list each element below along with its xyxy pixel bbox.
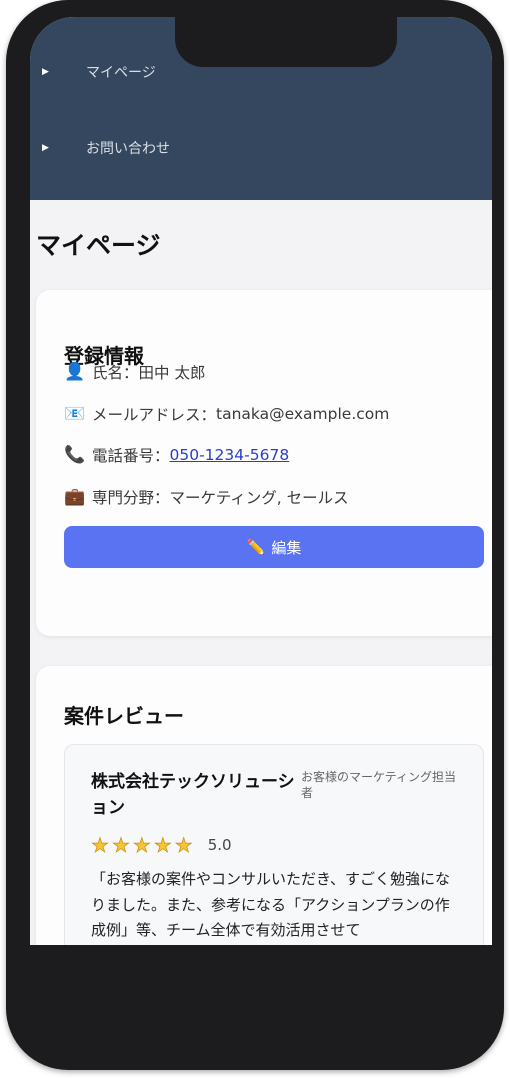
review-text: 「お客様の案件やコンサルいただき、すごく勉強になりました。また、参考になる「アク… [91, 870, 450, 939]
review-company: 株式会社テックソリューション [91, 772, 295, 818]
nav-item-contact[interactable]: ▶ お問い合わせ [42, 138, 170, 158]
rating-score: 5.0 [207, 836, 232, 854]
mail-icon: 📧 [64, 404, 86, 424]
pencil-icon: ✏️ [246, 538, 266, 556]
name-value: 田中 太郎 [138, 364, 206, 382]
email-label: メールアドレス： [92, 406, 217, 424]
phone-label: 電話番号： [92, 447, 170, 465]
reviews-card-title: 案件レビュー [64, 704, 184, 728]
phone-frame: ▶ マイページ ▶ お問い合わせ マイページ 登録情報 👤 氏名： 田中 太郎 … [6, 0, 504, 1070]
nav-item-mypage[interactable]: ▶ マイページ [42, 62, 156, 82]
triangle-right-icon: ▶ [42, 67, 49, 77]
expertise-value: マーケティング, セールス [169, 489, 349, 507]
expertise-label: 専門分野： [92, 489, 170, 507]
star-icon: ★ [153, 833, 172, 858]
profile-card: 登録情報 👤 氏名： 田中 太郎 📧 メールアドレス： tanaka@examp… [36, 290, 492, 636]
app-screen: ▶ マイページ ▶ お問い合わせ マイページ 登録情報 👤 氏名： 田中 太郎 … [30, 17, 492, 945]
phone-link[interactable]: 050-1234-5678 [170, 446, 290, 464]
reviews-card: 案件レビュー 株式会社テックソリューション お客様のマーケティング担当者 ★ ★… [36, 666, 492, 945]
star-icon: ★ [111, 833, 131, 858]
nav-item-label: お問い合わせ [86, 141, 170, 157]
rating-stars: ★ ★ ★ ★ ★ 5.0 [91, 833, 232, 858]
edit-button-label: 編集 [271, 538, 302, 557]
nav-item-label: マイページ [86, 65, 156, 81]
star-icon: ★ [132, 833, 152, 858]
phone-icon: 📞 [64, 445, 86, 465]
triangle-right-icon: ▶ [42, 143, 49, 153]
review-item: 株式会社テックソリューション お客様のマーケティング担当者 ★ ★ ★ ★ ★ … [64, 744, 484, 945]
briefcase-icon: 💼 [64, 487, 86, 507]
email-value: tanaka@example.com [216, 405, 390, 423]
phone-row: 📞 電話番号： 050-1234-5678 [64, 444, 289, 466]
name-row: 👤 氏名： 田中 太郎 [64, 361, 205, 383]
expertise-row: 💼 専門分野： マーケティング, セールス [64, 486, 349, 508]
name-label: 氏名： [92, 364, 139, 382]
star-icon: ★ [91, 833, 110, 858]
page-title: マイページ [36, 231, 161, 260]
review-role: お客様のマーケティング担当者 [301, 770, 457, 800]
email-row: 📧 メールアドレス： tanaka@example.com [64, 403, 389, 425]
star-icon: ★ [174, 833, 193, 858]
device-notch [175, 17, 397, 67]
edit-button[interactable]: ✏️ 編集 [64, 526, 484, 568]
user-icon: 👤 [64, 362, 86, 382]
